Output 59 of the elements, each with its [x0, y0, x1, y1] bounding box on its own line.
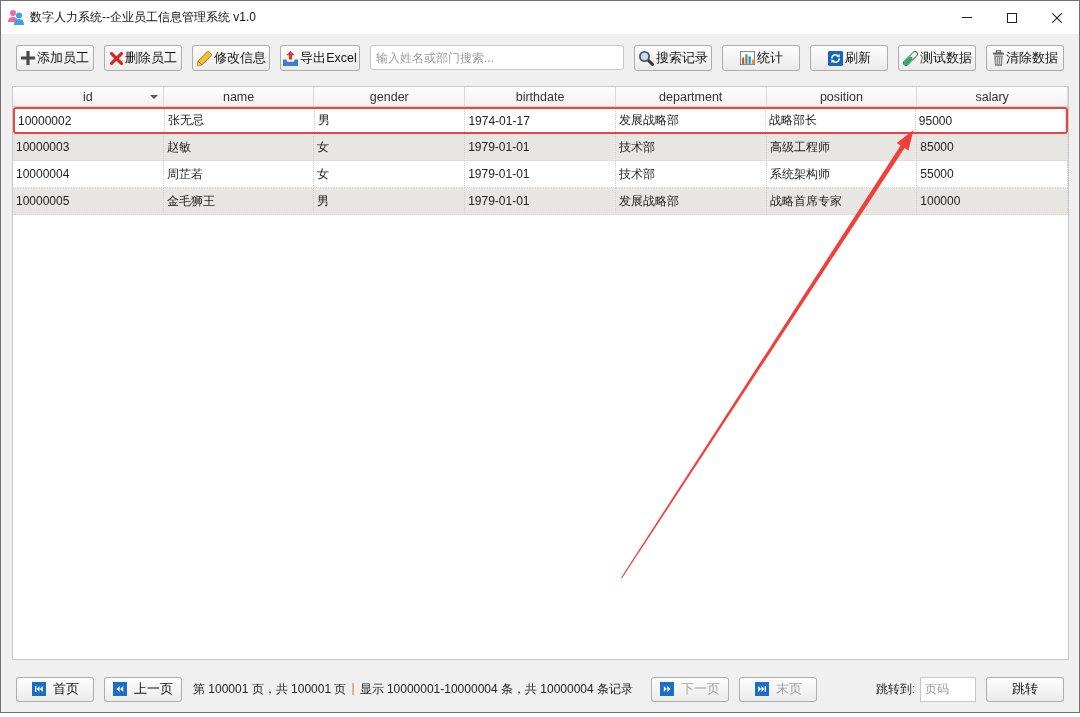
- export-button[interactable]: 导出Excel: [280, 45, 360, 71]
- search-field[interactable]: 输入姓名或部门搜索...: [370, 45, 624, 70]
- last-page-icon: [754, 682, 769, 696]
- record-info: 显示 10000001-10000004 条，共 10000004 条记录: [359, 680, 634, 698]
- jump-label: 跳转到:: [875, 680, 915, 698]
- table-cell: 1974-01-17: [465, 109, 616, 132]
- column-header[interactable]: birthdate: [465, 87, 616, 107]
- table-cell: 10000005: [13, 188, 164, 215]
- column-header[interactable]: gender: [314, 87, 466, 107]
- column-header[interactable]: name: [163, 87, 315, 107]
- refresh-button[interactable]: 刷新: [810, 45, 888, 71]
- table-row[interactable]: 10000005 金毛狮王 男 1979-01-01 发展战略部 战略首席专家 100000: [13, 188, 1068, 215]
- search-icon: [638, 50, 654, 66]
- refresh-icon: [827, 50, 843, 66]
- plus-icon: [21, 51, 35, 65]
- table-row[interactable]: 10000004 周芷若 女 1979-01-01 技术部 系统架构师 55000: [13, 161, 1068, 188]
- table-cell: 男: [315, 109, 466, 132]
- maximize-icon: [1006, 12, 1017, 23]
- table-cell: 发展战略部: [615, 109, 766, 132]
- edit-button[interactable]: 修改信息: [192, 45, 270, 71]
- close-icon: [1051, 12, 1062, 23]
- delete-button[interactable]: 删除员工: [104, 45, 182, 71]
- minimize-icon: [961, 17, 972, 18]
- column-header[interactable]: salary: [917, 87, 1068, 107]
- jump-button[interactable]: 跳转: [986, 676, 1064, 702]
- upload-icon: [283, 50, 299, 66]
- clear-button[interactable]: 清除数据: [986, 45, 1064, 71]
- window-title: 数字人力系统--企业员工信息管理系统 v1.0: [30, 9, 256, 26]
- first-page-button[interactable]: 首页: [16, 676, 94, 702]
- table-cell: 100000: [917, 188, 1068, 215]
- previous-page-button[interactable]: 上一页: [104, 676, 182, 702]
- add-button[interactable]: 添加员工: [16, 45, 94, 71]
- users-icon: [8, 10, 24, 25]
- test-data-button[interactable]: 测试数据: [898, 45, 976, 71]
- table-cell: 10000002: [15, 109, 166, 132]
- first-page-icon: [31, 682, 46, 696]
- table-cell: 金毛狮王: [163, 188, 315, 215]
- statistics-button[interactable]: 统计: [722, 45, 800, 71]
- separator: |: [351, 680, 355, 697]
- column-header[interactable]: department: [615, 87, 767, 107]
- page-info: 第 100001 页，共 100001 页: [193, 680, 347, 698]
- table-cell: 发展战略部: [615, 188, 767, 215]
- table-cell: 1979-01-01: [465, 188, 616, 215]
- fast-forward-icon: [660, 682, 675, 696]
- table-cell: 95000: [915, 109, 1066, 132]
- table-row[interactable]: 10000003 赵敏 女 1979-01-01 技术部 高级工程师 85000: [13, 134, 1068, 161]
- table-cell: 男: [314, 188, 466, 215]
- cross-icon: [109, 51, 123, 65]
- trash-icon: [992, 50, 1004, 66]
- table-cell: 张无忌: [165, 109, 316, 132]
- pencil-icon: [196, 50, 212, 66]
- test-tube-icon: [902, 50, 918, 66]
- search-button[interactable]: 搜索记录: [634, 45, 712, 71]
- table-row[interactable]: 10000002 张无忌 男 1974-01-17 发展战略部 战略部长 95000: [13, 107, 1068, 134]
- column-header[interactable]: position: [766, 87, 918, 107]
- page-number-field[interactable]: 页码: [920, 676, 976, 702]
- rewind-icon: [113, 682, 127, 696]
- bar-chart-icon: [739, 51, 755, 65]
- column-header[interactable]: id: [13, 87, 164, 107]
